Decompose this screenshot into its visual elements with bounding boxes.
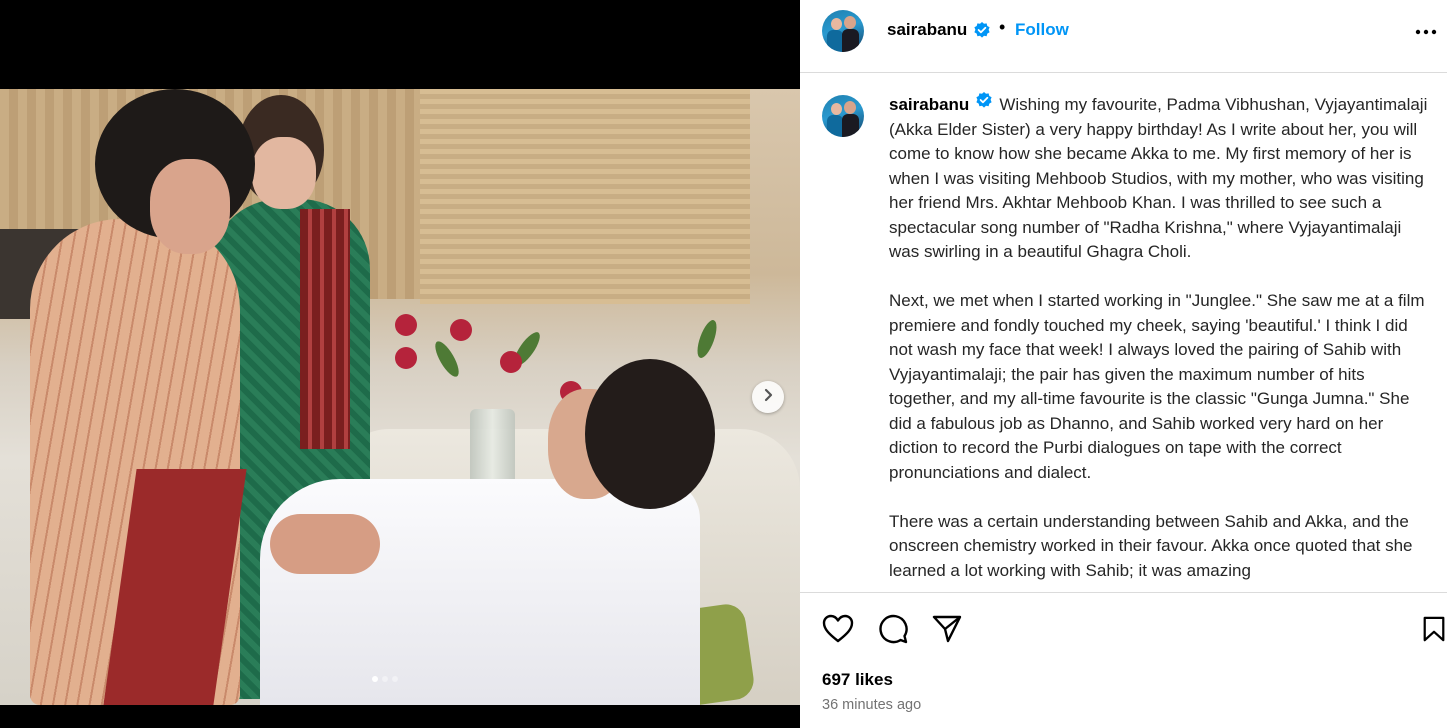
heart-icon[interactable] [822, 613, 854, 645]
post-header: sairabanu • Follow [800, 0, 1447, 73]
caption-paragraph: There was a certain understanding betwee… [889, 511, 1413, 580]
post-side-panel: sairabanu • Follow sairabanu Wishing my f… [800, 0, 1447, 728]
carousel-dot [382, 676, 388, 682]
bookmark-icon[interactable] [1421, 613, 1447, 645]
header-username[interactable]: sairabanu [887, 20, 967, 40]
verified-badge-icon [973, 21, 991, 44]
share-icon[interactable] [931, 613, 963, 645]
caption-paragraph: Next, we met when I started working in "… [889, 291, 1425, 482]
carousel-next-button[interactable] [752, 381, 784, 413]
post-timestamp[interactable]: 36 minutes ago [822, 697, 921, 713]
avatar[interactable] [822, 10, 864, 52]
separator-dot: • [999, 17, 1006, 37]
more-options-icon[interactable] [1414, 20, 1438, 44]
next-arrow-icon [761, 388, 775, 407]
avatar[interactable] [822, 95, 864, 137]
caption-username[interactable]: sairabanu [889, 95, 969, 114]
follow-button[interactable]: Follow [1015, 20, 1069, 40]
caption-section: sairabanu Wishing my favourite, Padma Vib… [800, 73, 1447, 591]
post-photo [0, 89, 800, 705]
post-actions: 697 likes 36 minutes ago [800, 592, 1447, 728]
carousel-indicator [372, 676, 398, 682]
caption-text: sairabanu Wishing my favourite, Padma Vib… [889, 91, 1435, 591]
carousel-dot [372, 676, 378, 682]
comment-icon[interactable] [877, 613, 909, 645]
verified-badge-icon [975, 91, 993, 117]
likes-count[interactable]: 697 likes [822, 670, 893, 690]
carousel-dot [392, 676, 398, 682]
post-media [0, 0, 800, 727]
caption-paragraph: Wishing my favourite, Padma Vibhushan, V… [889, 95, 1428, 261]
